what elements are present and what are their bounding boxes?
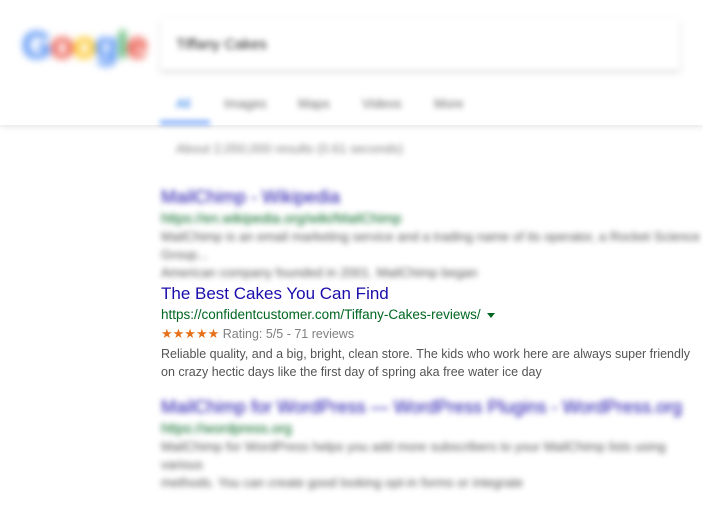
result-url[interactable]: https://wordpress.org	[161, 420, 703, 436]
logo-letter: e	[126, 25, 148, 67]
rating-row: ★★★★★ Rating: 5/5 - 71 reviews	[161, 325, 701, 343]
tab-images[interactable]: Images	[224, 96, 267, 111]
result-stats: About 2,050,000 results (0.61 seconds)	[176, 141, 403, 156]
search-result: MailChimp - Wikipedia https://en.wikiped…	[161, 187, 703, 282]
tab-maps[interactable]: Maps	[298, 96, 330, 111]
search-input[interactable]: Tiffany Cakes	[176, 36, 267, 53]
tab-more[interactable]: More	[434, 96, 464, 111]
result-snippet: MailChimp for WordPress helps you add mo…	[161, 439, 666, 472]
result-snippet: Reliable quality, and a big, bright, cle…	[161, 347, 690, 361]
tab-all[interactable]: All	[176, 96, 190, 111]
logo-letter: o	[50, 25, 74, 67]
result-snippet: MailChimp is an email marketing service …	[161, 229, 701, 262]
active-tab-indicator	[160, 121, 210, 124]
logo-letter: l	[117, 25, 128, 67]
dropdown-caret-icon[interactable]	[486, 312, 495, 318]
search-result: MailChimp for WordPress — WordPress Plug…	[161, 397, 703, 492]
logo-letter: g	[95, 25, 118, 67]
tab-videos[interactable]: Videos	[362, 96, 402, 111]
result-url[interactable]: https://en.wikipedia.org/wiki/MailChimp	[161, 210, 703, 226]
logo-letter: o	[72, 25, 96, 67]
search-header: Google Tiffany Cakes All Images Maps Vid…	[0, 0, 703, 125]
result-snippet: on crazy hectic days like the first day …	[161, 365, 542, 379]
google-logo[interactable]: Google	[22, 24, 148, 68]
logo-letter: G	[22, 25, 52, 67]
result-snippet: American company founded in 2001. MailCh…	[161, 265, 478, 280]
result-snippet: methods. You can create good looking opt…	[161, 475, 524, 490]
result-title-link[interactable]: MailChimp - Wikipedia	[161, 187, 703, 208]
star-rating-icon: ★★★★★	[161, 326, 220, 341]
search-result-focused: The Best Cakes You Can Find https://conf…	[161, 284, 701, 381]
result-url[interactable]: https://confidentcustomer.com/Tiffany-Ca…	[161, 307, 481, 322]
result-title-link[interactable]: MailChimp for WordPress — WordPress Plug…	[161, 397, 703, 418]
result-url-row: https://confidentcustomer.com/Tiffany-Ca…	[161, 306, 701, 324]
result-title-link[interactable]: The Best Cakes You Can Find	[161, 284, 701, 304]
rating-text: Rating: 5/5 - 71 reviews	[222, 327, 355, 341]
